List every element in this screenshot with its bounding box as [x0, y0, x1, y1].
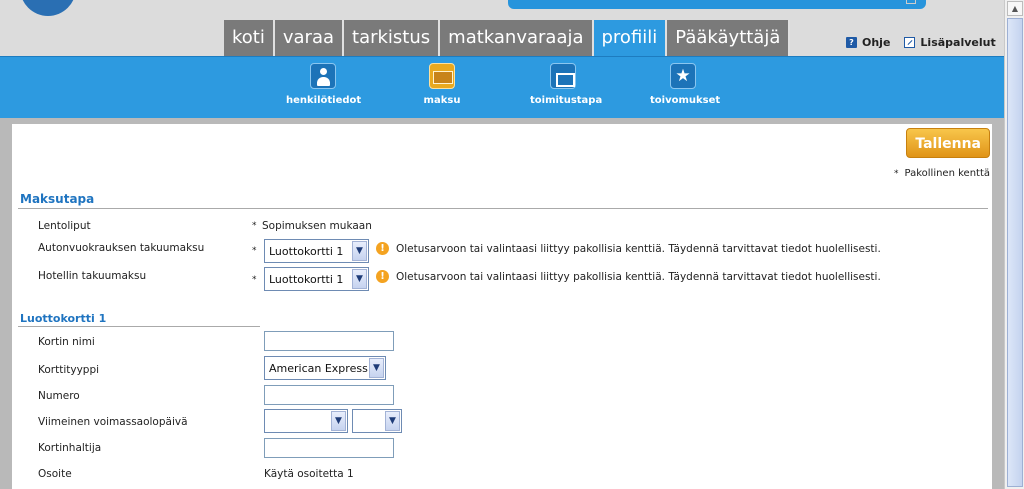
- warning-text: Oletusarvoon tai valintaasi liittyy pako…: [396, 271, 881, 283]
- subnav-toimitustapa[interactable]: toimitustapa: [530, 63, 602, 106]
- section-title-maksutapa: Maksutapa: [20, 192, 95, 206]
- label-lentoliput: Lentoliput: [38, 220, 91, 232]
- extra-services-link[interactable]: Lisäpalvelut: [920, 36, 995, 49]
- select-autonvuokraus-takuumaksu[interactable]: Luottokortti 1 ▼: [264, 239, 369, 263]
- tab-matkanvaraaja[interactable]: matkanvaraaja: [440, 20, 594, 56]
- chevron-down-icon[interactable]: ▼: [331, 411, 346, 431]
- chevron-down-icon[interactable]: ▼: [352, 241, 367, 261]
- subnav-henkilotiedot[interactable]: henkilötiedot: [286, 63, 362, 106]
- warning-text: Oletusarvoon tai valintaasi liittyy pako…: [396, 243, 881, 255]
- vertical-scrollbar[interactable]: ▲: [1004, 0, 1024, 489]
- subnav-toivomukset[interactable]: ★ toivomukset: [650, 63, 720, 106]
- select-value: American Express: [269, 361, 368, 375]
- save-button[interactable]: Tallenna: [906, 128, 990, 158]
- cardholder-input[interactable]: [264, 438, 394, 458]
- edit-icon[interactable]: [904, 37, 916, 48]
- warning-icon: !: [376, 270, 389, 283]
- main-tabs: koti varaa tarkistus matkanvaraaja profi…: [224, 20, 791, 56]
- scroll-up-icon[interactable]: ▲: [1007, 1, 1023, 16]
- label-korttityyppi: Korttityyppi: [38, 364, 100, 376]
- profile-subnav: henkilötiedot maksu toimitustapa ★ toivo…: [0, 56, 1004, 118]
- chevron-down-icon[interactable]: ▼: [385, 411, 400, 431]
- subnav-maksu[interactable]: maksu: [420, 63, 464, 106]
- select-hotelli-takuumaksu[interactable]: Luottokortti 1 ▼: [264, 267, 369, 291]
- star-icon: ★: [670, 63, 696, 89]
- card-type-select[interactable]: American Express ▼: [264, 356, 386, 380]
- warning-icon: !: [376, 242, 389, 255]
- value-osoite: Käytä osoitetta 1: [264, 468, 354, 480]
- help-icon[interactable]: ?: [846, 37, 857, 48]
- help-links: ? Ohje Lisäpalvelut: [846, 36, 996, 49]
- logo-icon: [20, 0, 76, 16]
- label-kortinhaltija: Kortinhaltija: [38, 442, 102, 454]
- subnav-label: henkilötiedot: [286, 95, 362, 106]
- label-kortin-nimi: Kortin nimi: [38, 336, 95, 348]
- chevron-down-icon[interactable]: ▼: [369, 358, 384, 378]
- section-divider: [18, 208, 988, 209]
- section-divider: [18, 326, 260, 327]
- value-lentoliput: Sopimuksen mukaan: [262, 220, 372, 232]
- card-name-input[interactable]: [264, 331, 394, 351]
- label-autonvuokraus: Autonvuokrauksen takuumaksu: [38, 242, 205, 254]
- required-star: *: [252, 246, 257, 256]
- tab-varaa[interactable]: varaa: [274, 20, 345, 56]
- section-title-luottokortti: Luottokortti 1: [20, 312, 107, 325]
- select-value: Luottokortti 1: [269, 272, 344, 286]
- label-numero: Numero: [38, 390, 80, 402]
- search-bar[interactable]: [508, 0, 926, 9]
- label-voimassaolo: Viimeinen voimassaolopäivä: [38, 416, 188, 428]
- person-icon: [310, 63, 336, 89]
- tab-koti[interactable]: koti: [224, 20, 275, 56]
- content-panel: Tallenna * Pakollinen kenttä Maksutapa Le…: [12, 124, 992, 489]
- required-star: *: [894, 169, 899, 179]
- scroll-thumb[interactable]: [1007, 18, 1023, 487]
- label-hotelli: Hotellin takuumaksu: [38, 270, 147, 282]
- tab-paakayttaja[interactable]: Pääkäyttäjä: [667, 20, 791, 56]
- chevron-down-icon[interactable]: ▼: [352, 269, 367, 289]
- card-number-input[interactable]: [264, 385, 394, 405]
- select-value: Luottokortti 1: [269, 244, 344, 258]
- help-link[interactable]: Ohje: [862, 36, 890, 49]
- search-icon[interactable]: [906, 0, 916, 4]
- label-osoite: Osoite: [38, 468, 72, 480]
- subnav-label: toimitustapa: [530, 95, 603, 106]
- money-icon: [429, 63, 455, 89]
- delivery-icon: [550, 63, 576, 89]
- subnav-label: toivomukset: [650, 95, 721, 106]
- required-star: *: [252, 275, 257, 285]
- tab-tarkistus[interactable]: tarkistus: [344, 20, 441, 56]
- tab-profiili[interactable]: profiili: [593, 20, 668, 56]
- expiry-year-select[interactable]: ▼: [352, 409, 402, 433]
- required-star: *: [252, 221, 257, 231]
- expiry-month-select[interactable]: ▼: [264, 409, 348, 433]
- required-note-text: Pakollinen kenttä: [904, 168, 991, 179]
- subnav-label: maksu: [423, 95, 461, 106]
- required-note: * Pakollinen kenttä: [894, 168, 990, 179]
